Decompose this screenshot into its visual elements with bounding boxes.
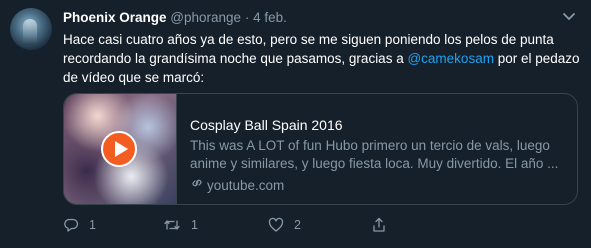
card-thumbnail[interactable] [64, 94, 177, 204]
tweet-date[interactable]: 4 feb. [253, 10, 287, 25]
retweet-button[interactable]: 1 [163, 217, 198, 233]
like-icon [268, 217, 284, 233]
link-icon [190, 176, 207, 195]
like-button[interactable]: 2 [268, 217, 301, 233]
tweet-header: Phoenix Orange @phorange · 4 feb. [63, 10, 287, 25]
share-icon [371, 217, 387, 233]
card-description: This was A LOT of fun Hubo primero un te… [190, 138, 559, 171]
share-button[interactable] [371, 217, 397, 233]
author-handle[interactable]: @phorange [170, 10, 241, 25]
tweet-text: Hace casi cuatro años ya de esto, pero s… [63, 30, 581, 87]
tweet[interactable]: Phoenix Orange @phorange · 4 feb. Hace c… [0, 0, 591, 248]
separator-dot: · [244, 10, 250, 25]
card-domain: youtube.com [190, 176, 568, 195]
card-body: Cosplay Ball Spain 2016 This was A LOT o… [190, 116, 568, 195]
mention-link[interactable]: @camekosam [407, 51, 493, 66]
reply-button[interactable]: 1 [63, 217, 96, 233]
card-title: Cosplay Ball Spain 2016 [190, 117, 343, 133]
reply-icon [63, 217, 79, 233]
author-name[interactable]: Phoenix Orange [63, 10, 167, 25]
retweet-count: 1 [191, 218, 198, 232]
avatar[interactable] [10, 8, 52, 50]
action-bar: 1 1 2 [63, 217, 573, 237]
chevron-down-icon[interactable] [561, 8, 577, 24]
card-domain-text: youtube.com [207, 177, 285, 193]
like-count: 2 [294, 218, 301, 232]
retweet-icon [163, 217, 181, 233]
reply-count: 1 [89, 218, 96, 232]
play-icon[interactable] [101, 131, 137, 167]
link-card[interactable]: Cosplay Ball Spain 2016 This was A LOT o… [63, 93, 578, 205]
